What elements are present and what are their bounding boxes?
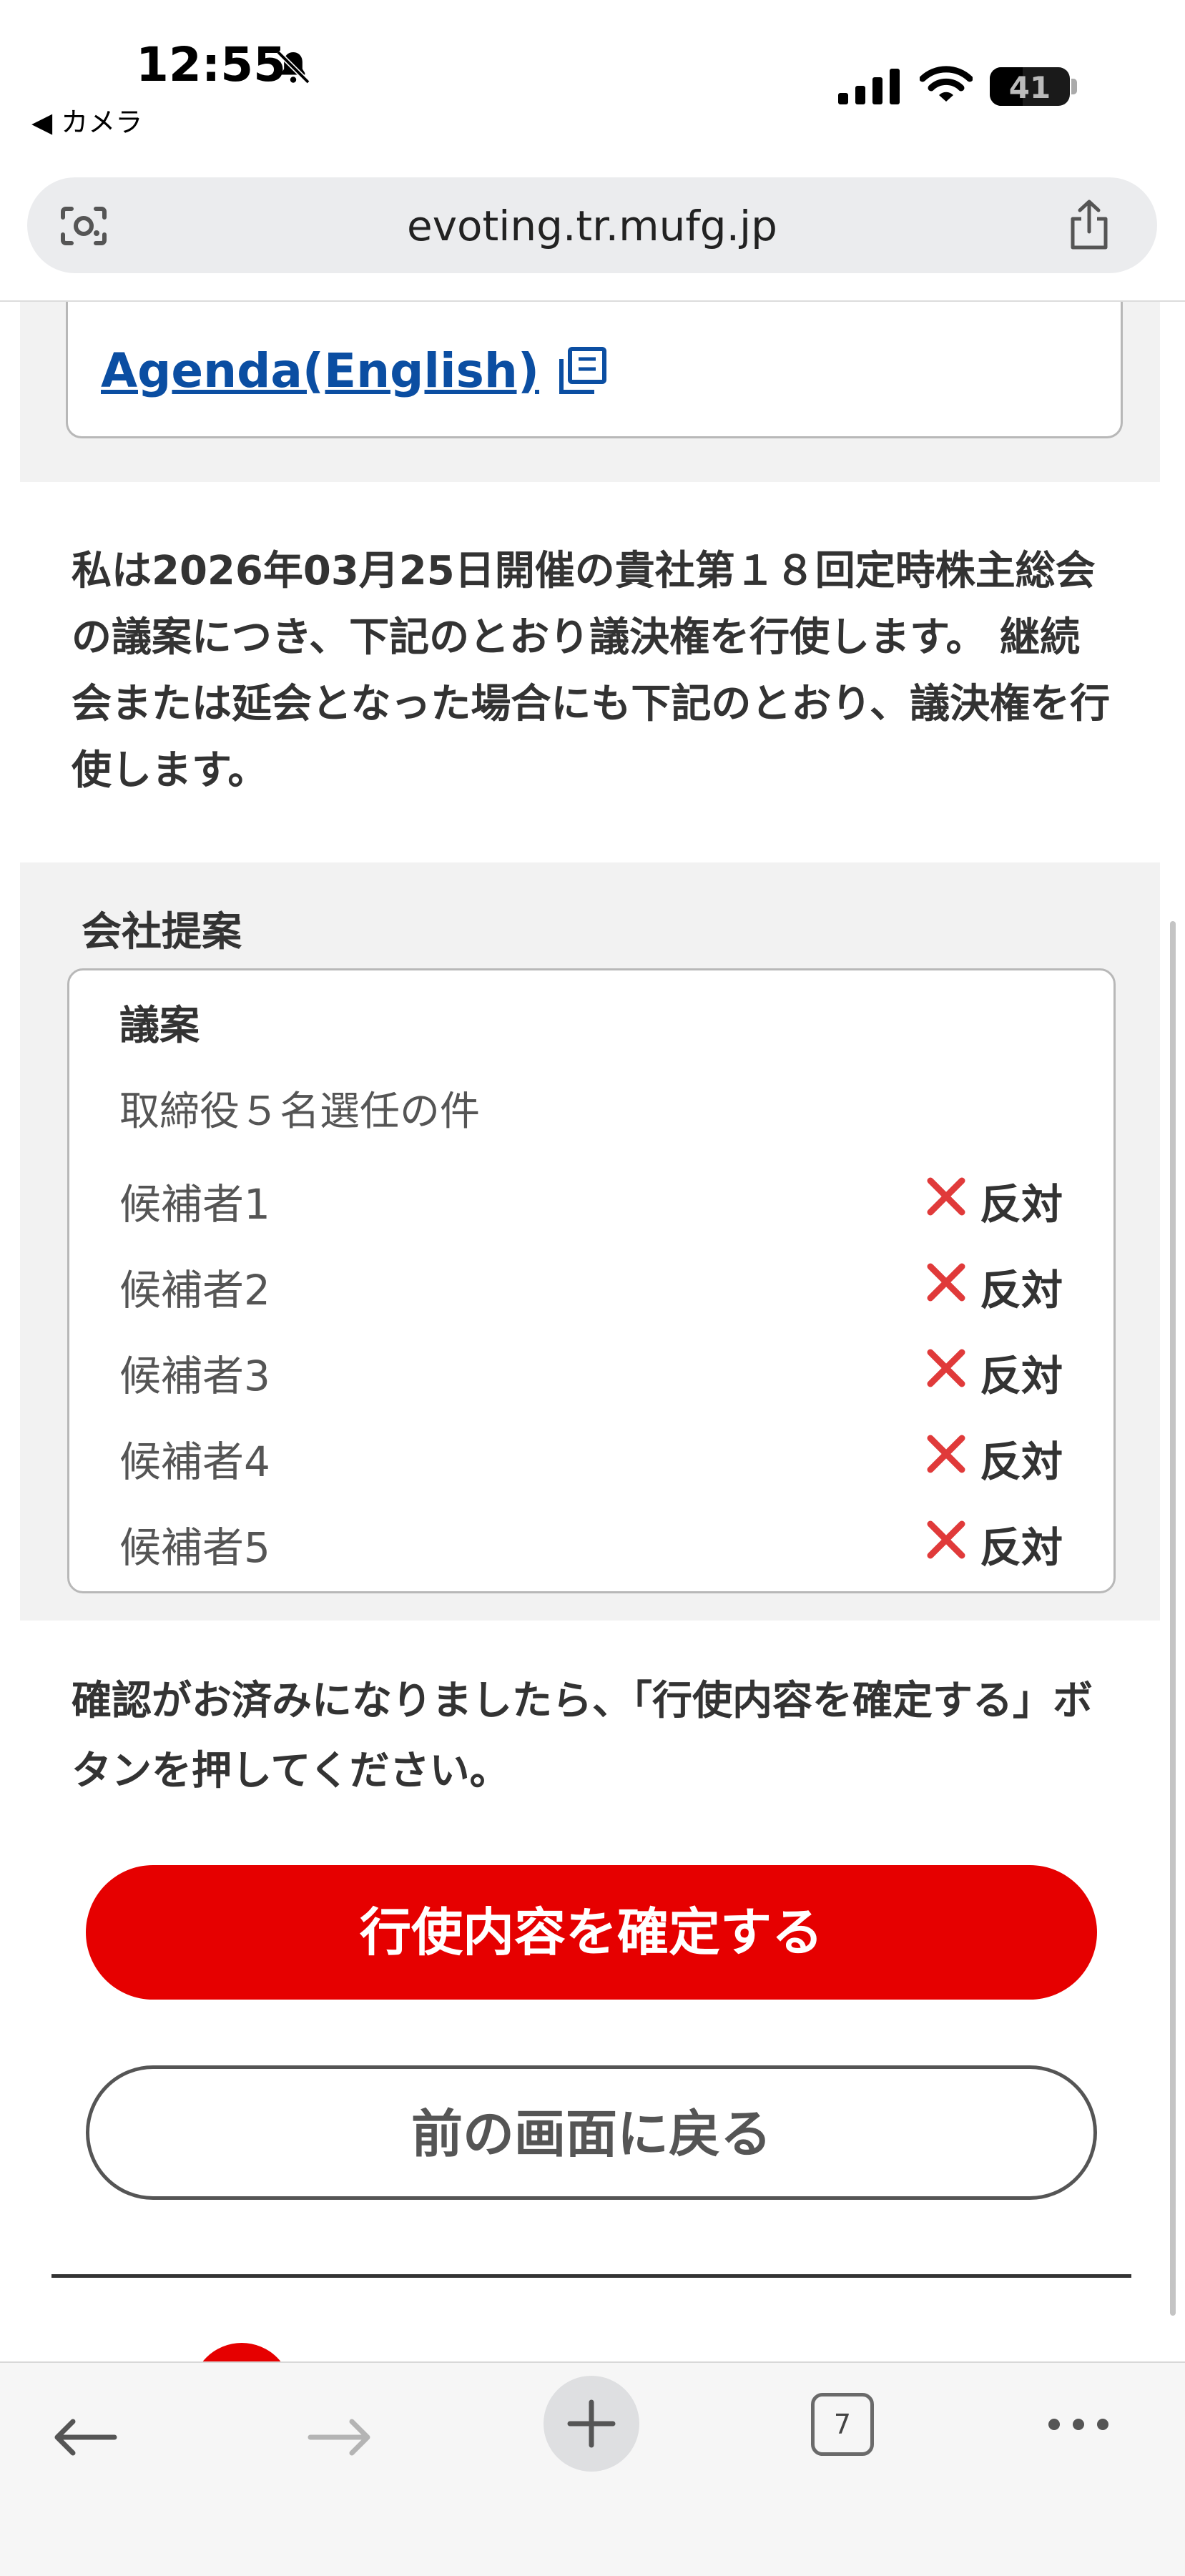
more-icon[interactable] bbox=[1046, 2416, 1111, 2436]
candidate-row: 候補者1 反対 bbox=[69, 1155, 1113, 1241]
browser-toolbar: 7 bbox=[0, 2361, 1185, 2576]
vote-label: 反対 bbox=[980, 1180, 1063, 1229]
wifi-icon bbox=[919, 64, 973, 107]
copy-icon[interactable] bbox=[556, 345, 609, 400]
cross-icon bbox=[925, 1432, 968, 1478]
vote-label: 反対 bbox=[980, 1437, 1063, 1486]
declaration-text: 私は2026年03月25日開催の貴社第１８回定時株主総会の議案につき、下記のとお… bbox=[72, 548, 1111, 794]
cross-icon bbox=[925, 1175, 968, 1221]
tabs-icon[interactable]: 7 bbox=[811, 2393, 874, 2456]
candidate-row: 候補者5 反対 bbox=[69, 1498, 1113, 1584]
cross-icon bbox=[925, 1518, 968, 1564]
company-proposal-title: 会社提案 bbox=[82, 909, 242, 955]
candidate-row: 候補者3 反対 bbox=[69, 1327, 1113, 1412]
agenda-english-link[interactable]: Agenda(English) bbox=[101, 343, 539, 398]
candidate-name: 候補者2 bbox=[119, 1266, 270, 1314]
company-proposal-section: 会社提案 議案 取締役５名選任の件 候補者1 反対 候補者2 反対 候補者3 反… bbox=[20, 862, 1160, 1621]
bell-slash-icon bbox=[273, 47, 313, 90]
forward-arrow-icon[interactable] bbox=[306, 2419, 373, 2459]
candidate-row: 候補者4 反対 bbox=[69, 1412, 1113, 1498]
candidate-row: 候補者2 反対 bbox=[69, 1241, 1113, 1327]
status-time: 12:55 bbox=[136, 37, 287, 92]
share-icon[interactable] bbox=[1064, 199, 1114, 255]
instruction-text: 確認がお済みになりましたら、「行使内容を確定する」ボタンを押してください。 bbox=[72, 1678, 1093, 1794]
url-bar[interactable]: evoting.tr.mufg.jp bbox=[27, 177, 1157, 273]
url-text[interactable]: evoting.tr.mufg.jp bbox=[27, 202, 1157, 250]
vote-label: 反対 bbox=[980, 1523, 1063, 1572]
candidate-name: 候補者1 bbox=[119, 1180, 270, 1229]
cross-icon bbox=[925, 1261, 968, 1307]
signal-icon bbox=[838, 69, 903, 107]
proposal-box: 議案 取締役５名選任の件 候補者1 反対 候補者2 反対 候補者3 反対 候補者… bbox=[67, 968, 1116, 1593]
cross-icon bbox=[925, 1347, 968, 1392]
battery-tip bbox=[1071, 79, 1077, 94]
back-arrow-icon[interactable] bbox=[51, 2419, 119, 2459]
new-tab-button[interactable] bbox=[544, 2376, 639, 2472]
battery-icon: 41 bbox=[990, 67, 1070, 106]
candidate-name: 候補者4 bbox=[119, 1437, 270, 1486]
footer-divider bbox=[51, 2274, 1131, 2278]
agenda-section: Agenda(English) bbox=[20, 302, 1160, 482]
agenda-box: Agenda(English) bbox=[66, 302, 1123, 438]
plus-icon bbox=[567, 2399, 616, 2448]
back-to-previous-button[interactable]: 前の画面に戻る bbox=[86, 2065, 1097, 2200]
vote-label: 反対 bbox=[980, 1266, 1063, 1314]
battery-percent: 41 bbox=[1008, 70, 1051, 105]
vote-label: 反対 bbox=[980, 1352, 1063, 1400]
proposal-header: 議案 bbox=[119, 1003, 200, 1049]
candidate-name: 候補者3 bbox=[119, 1352, 270, 1400]
back-to-camera-link[interactable]: ◀ カメラ bbox=[31, 100, 142, 139]
candidate-name: 候補者5 bbox=[119, 1523, 270, 1572]
confirm-vote-button[interactable]: 行使内容を確定する bbox=[86, 1865, 1097, 2000]
proposal-item-title: 取締役５名選任の件 bbox=[119, 1088, 480, 1135]
page-scrollbar[interactable] bbox=[1170, 921, 1176, 2316]
